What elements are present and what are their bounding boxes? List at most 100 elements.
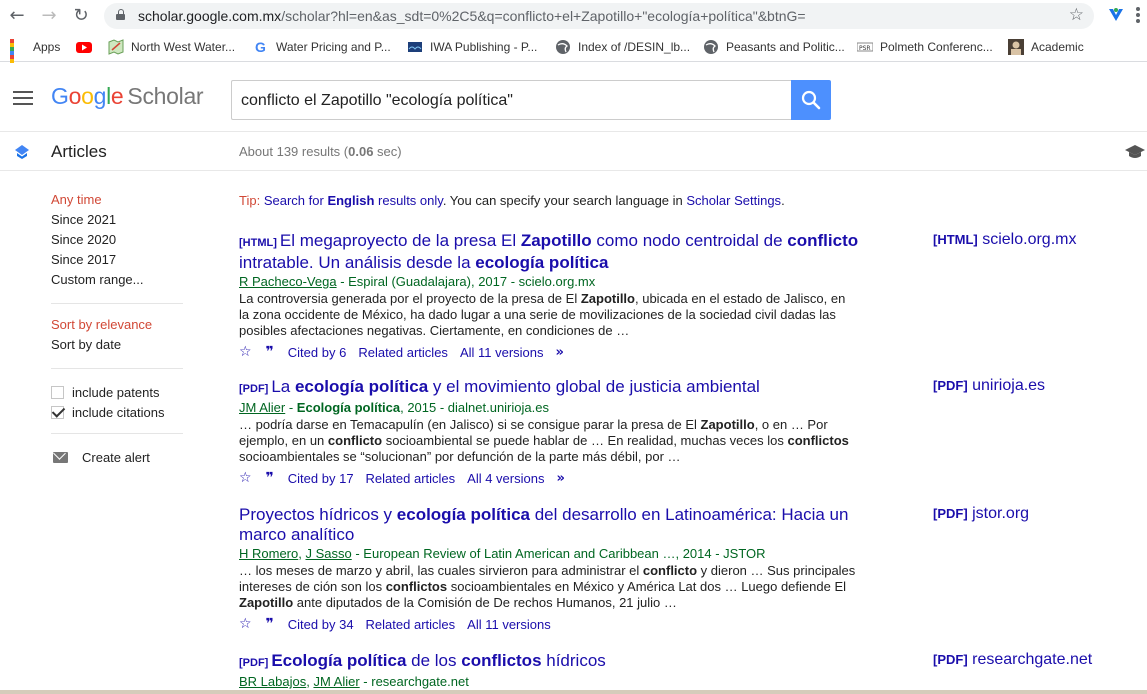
results-subbar: Articles About 139 results (0.06 sec) bbox=[0, 131, 1147, 171]
search-query-text[interactable]: conflicto el Zapotillo "ecología polític… bbox=[241, 92, 513, 110]
quote-icon[interactable]: ❞ bbox=[266, 470, 274, 486]
author-link[interactable]: JM Alier bbox=[313, 674, 359, 689]
all-versions-link[interactable]: All 11 versions bbox=[460, 345, 544, 360]
cited-by-link[interactable]: Cited by 17 bbox=[288, 471, 354, 486]
all-versions-link[interactable]: All 4 versions bbox=[467, 471, 544, 486]
double-chevron-icon[interactable]: » bbox=[556, 345, 564, 360]
bookmark-academic[interactable]: Academic bbox=[1008, 38, 1084, 56]
sort-by-relevance[interactable]: Sort by relevance bbox=[51, 317, 191, 337]
result-title[interactable]: [PDF] Ecología política de los conflictos… bbox=[239, 651, 859, 673]
extension-icon[interactable] bbox=[1107, 6, 1125, 24]
sidebar-divider bbox=[51, 433, 183, 434]
globe-icon bbox=[556, 40, 570, 54]
result-snippet: La controversia generada por el proyecto… bbox=[239, 291, 846, 338]
url-text[interactable]: scholar.google.com.mx/scholar?hl=en&as_s… bbox=[138, 8, 806, 24]
bookmark-star-icon[interactable]: ☆ bbox=[1069, 5, 1084, 25]
bookmark-iwa-publishing[interactable]: IWA Publishing - P... bbox=[407, 38, 537, 56]
result-item: [HTML] El megaproyecto de la presa El Zap… bbox=[239, 231, 859, 362]
bookmark-youtube[interactable] bbox=[76, 38, 99, 56]
lock-icon bbox=[116, 9, 125, 20]
result-title[interactable]: [HTML] El megaproyecto de la presa El Zap… bbox=[239, 231, 859, 273]
side-full-text-link[interactable]: [HTML] scielo.org.mx bbox=[933, 231, 1076, 249]
search-english-link[interactable]: Search for English results only bbox=[264, 193, 443, 208]
include-citations-option[interactable]: include citations bbox=[51, 402, 191, 422]
author-link[interactable]: BR Labajos bbox=[239, 674, 306, 689]
iwa-icon bbox=[408, 42, 422, 52]
section-title[interactable]: Articles bbox=[51, 142, 107, 162]
youtube-icon bbox=[76, 42, 92, 53]
bookmark-apps[interactable]: Apps bbox=[10, 38, 60, 75]
related-articles-link[interactable]: Related articles bbox=[366, 617, 456, 632]
related-articles-link[interactable]: Related articles bbox=[358, 345, 448, 360]
sidebar-divider bbox=[51, 303, 183, 304]
psr-icon: PSR bbox=[857, 42, 873, 52]
cited-by-link[interactable]: Cited by 6 bbox=[288, 345, 347, 360]
reload-icon[interactable]: ↻ bbox=[70, 5, 92, 27]
author-link[interactable]: JM Alier bbox=[239, 400, 285, 415]
all-versions-link[interactable]: All 11 versions bbox=[467, 617, 551, 632]
bookmark-water-pricing[interactable]: G Water Pricing and P... bbox=[253, 38, 391, 56]
filter-since-2020[interactable]: Since 2020 bbox=[51, 232, 191, 252]
kebab-menu-icon[interactable] bbox=[1132, 6, 1144, 26]
result-meta: JM Alier - Ecología política, 2015 - dia… bbox=[239, 400, 549, 415]
browser-toolbar: ← → ↻ scholar.google.com.mx/scholar?hl=e… bbox=[0, 0, 1147, 32]
address-bar[interactable]: scholar.google.com.mx/scholar?hl=en&as_s… bbox=[104, 3, 1094, 29]
logo-google: Google bbox=[51, 83, 124, 109]
search-input[interactable]: conflicto el Zapotillo "ecología polític… bbox=[231, 80, 792, 120]
hamburger-menu-icon[interactable] bbox=[13, 91, 33, 105]
envelope-icon bbox=[53, 451, 68, 463]
result-title[interactable]: [PDF] La ecología política y el movimient… bbox=[239, 377, 859, 399]
side-full-text-link[interactable]: [PDF] jstor.org bbox=[933, 505, 1029, 523]
taskbar-edge bbox=[0, 690, 1147, 694]
bookmark-north-west-water[interactable]: North West Water... bbox=[108, 38, 235, 56]
result-meta: BR Labajos, JM Alier - researchgate.net bbox=[239, 674, 469, 689]
related-articles-link[interactable]: Related articles bbox=[366, 471, 456, 486]
scholar-settings-link[interactable]: Scholar Settings bbox=[686, 193, 781, 208]
bookmark-peasants-politics[interactable]: Peasants and Politic... bbox=[703, 38, 845, 56]
back-arrow-icon[interactable]: ← bbox=[6, 5, 28, 27]
result-snippet: … podría darse en Temacapulín (en Jalisc… bbox=[239, 417, 849, 464]
filter-since-2021[interactable]: Since 2021 bbox=[51, 212, 191, 232]
include-citations-checkbox[interactable] bbox=[51, 405, 64, 419]
create-alert-link[interactable]: Create alert bbox=[51, 447, 191, 467]
result-meta: R Pacheco-Vega - Espiral (Guadalajara), … bbox=[239, 274, 596, 289]
logo-scholar: Scholar bbox=[127, 83, 204, 109]
quote-icon[interactable]: ❞ bbox=[266, 616, 274, 632]
result-actions: ☆ ❞ Cited by 34 Related articles All 11 … bbox=[239, 614, 859, 634]
side-full-text-link[interactable]: [PDF] researchgate.net bbox=[933, 651, 1092, 669]
result-snippet: … los meses de marzo y abril, las cuales… bbox=[239, 563, 856, 610]
apps-grid-icon bbox=[10, 39, 26, 75]
star-icon[interactable]: ☆ bbox=[239, 616, 252, 632]
filter-custom-range[interactable]: Custom range... bbox=[51, 272, 191, 292]
author-link[interactable]: H Romero bbox=[239, 546, 298, 561]
google-scholar-logo[interactable]: Google Scholar bbox=[51, 83, 204, 110]
sidebar-divider bbox=[51, 368, 183, 369]
double-chevron-icon[interactable]: » bbox=[556, 471, 564, 486]
result-item: Proyectos hídricos y ecología política d… bbox=[239, 505, 859, 634]
star-icon[interactable]: ☆ bbox=[239, 344, 252, 360]
cited-by-link[interactable]: Cited by 34 bbox=[288, 617, 354, 632]
svg-text:G: G bbox=[255, 39, 266, 55]
result-title[interactable]: Proyectos hídricos y ecología política d… bbox=[239, 505, 859, 545]
author-link[interactable]: J Sasso bbox=[305, 546, 351, 561]
include-patents-option[interactable]: include patents bbox=[51, 382, 191, 402]
language-tip: Tip: Search for English results only. Yo… bbox=[239, 193, 785, 208]
forward-arrow-icon[interactable]: → bbox=[38, 5, 60, 27]
filter-any-time[interactable]: Any time bbox=[51, 192, 191, 212]
bookmark-index-desin[interactable]: Index of /DESIN_lb... bbox=[555, 38, 690, 56]
graduation-cap-icon[interactable] bbox=[1124, 143, 1146, 161]
sort-by-date[interactable]: Sort by date bbox=[51, 337, 191, 357]
filter-since-2017[interactable]: Since 2017 bbox=[51, 252, 191, 272]
search-button[interactable] bbox=[791, 80, 831, 120]
star-icon[interactable]: ☆ bbox=[239, 470, 252, 486]
side-full-text-link[interactable]: [PDF] unirioja.es bbox=[933, 377, 1045, 395]
svg-text:PSR: PSR bbox=[859, 45, 871, 52]
google-icon: G bbox=[255, 39, 266, 55]
author-link[interactable]: R Pacheco-Vega bbox=[239, 274, 337, 289]
bookmark-polmeth[interactable]: PSR Polmeth Conferenc... bbox=[857, 38, 993, 56]
articles-icon bbox=[15, 145, 29, 159]
include-patents-checkbox[interactable] bbox=[51, 385, 64, 399]
quote-icon[interactable]: ❞ bbox=[266, 344, 274, 360]
results-count: About 139 results (0.06 sec) bbox=[239, 144, 402, 159]
result-actions: ☆ ❞ Cited by 17 Related articles All 4 v… bbox=[239, 468, 859, 488]
